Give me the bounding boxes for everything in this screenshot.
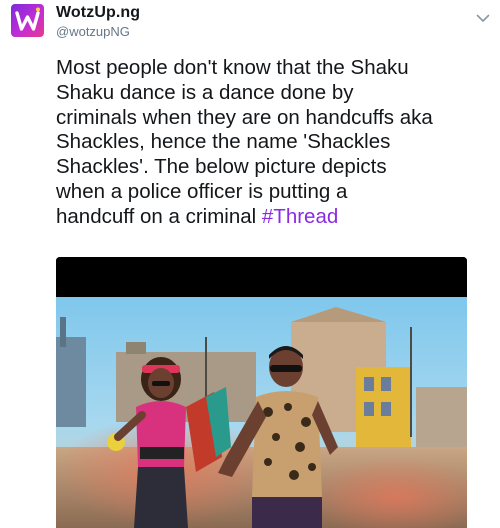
tweet-media-photo[interactable] (56, 257, 467, 528)
account-display-name[interactable]: WotzUp.ng (56, 4, 140, 22)
tweet-text: Most people don't know that the Shaku Sh… (56, 56, 496, 230)
chevron-down-icon[interactable] (472, 10, 494, 26)
hashtag-link[interactable]: #Thread (262, 205, 338, 228)
wotzup-logo-icon[interactable] (11, 4, 44, 37)
tweet-card: WotzUp.ng @wotzupNG Most people don't kn… (0, 0, 500, 528)
tweet-text-body: Most people don't know that the Shaku Sh… (56, 56, 433, 228)
account-handle[interactable]: @wotzupNG (56, 24, 130, 39)
media-letterbox-bar (56, 257, 467, 297)
media-scene (56, 297, 467, 528)
